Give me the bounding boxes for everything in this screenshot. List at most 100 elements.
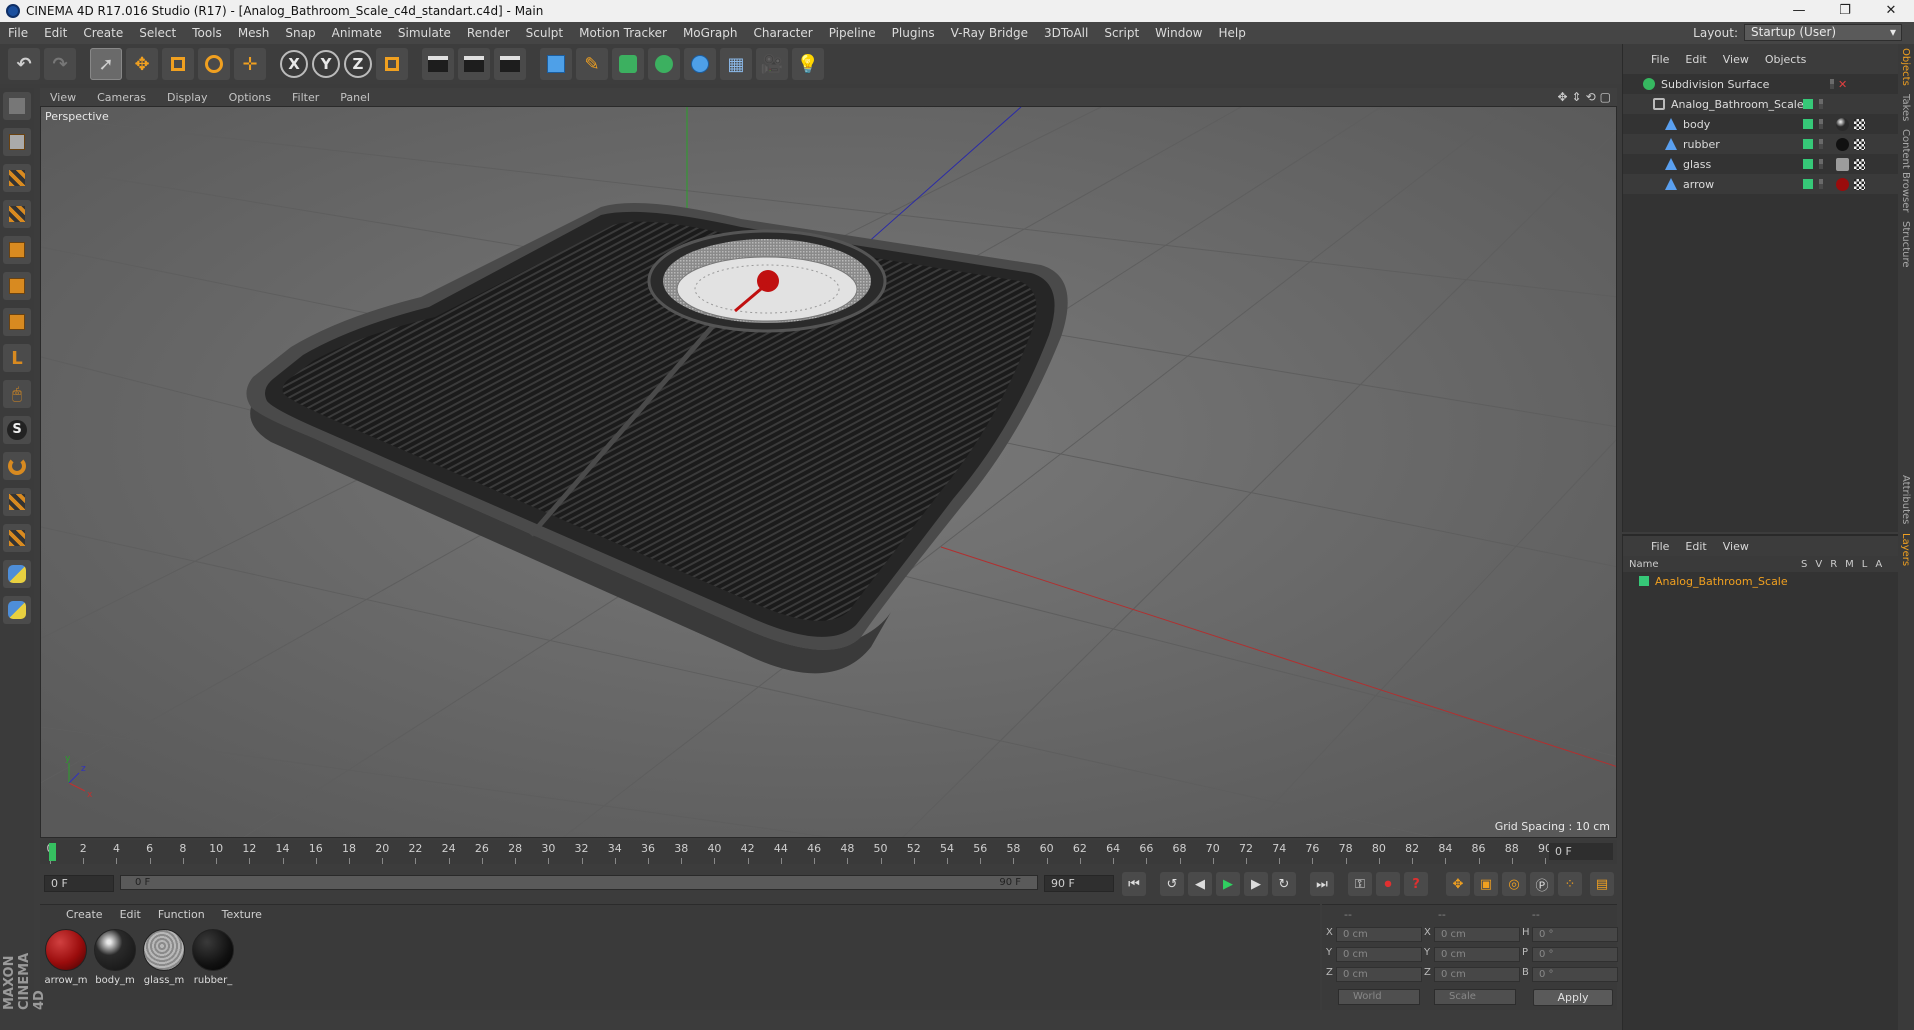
magnet-button[interactable] (3, 452, 31, 480)
menu-render[interactable]: Render (459, 22, 518, 44)
add-cube-button[interactable] (540, 48, 572, 80)
menu-select[interactable]: Select (131, 22, 184, 44)
y-axis-lock-button[interactable]: Y (312, 50, 340, 78)
visibility-dots[interactable] (1830, 79, 1834, 89)
visibility-dots[interactable] (1819, 139, 1823, 149)
scale-tool-button[interactable] (162, 48, 194, 80)
menu-mograph[interactable]: MoGraph (675, 22, 746, 44)
object-row-scale-null[interactable]: Analog_Bathroom_Scale (1623, 94, 1899, 114)
menu-edit[interactable]: Edit (36, 22, 75, 44)
orbit-icon[interactable]: ⟲ (1586, 90, 1596, 104)
object-row-glass[interactable]: glass (1623, 154, 1899, 174)
object-row-rubber[interactable]: rubber (1623, 134, 1899, 154)
material-swatch[interactable]: rubber_ (191, 929, 235, 986)
pos-z-field[interactable]: 0 cm (1336, 967, 1422, 982)
undo-button[interactable]: ↶ (8, 48, 40, 80)
pos-x-field[interactable]: 0 cm (1336, 927, 1422, 942)
add-mograph-button[interactable] (648, 48, 680, 80)
x-axis-lock-button[interactable]: X (280, 50, 308, 78)
tab-objects[interactable]: Objects (1898, 44, 1913, 90)
tab-structure[interactable]: Structure (1898, 217, 1913, 272)
material-menu-texture[interactable]: Texture (214, 908, 271, 921)
rot-p-field[interactable]: 0 ° (1532, 947, 1618, 962)
restore-button[interactable]: ❐ (1822, 0, 1868, 22)
render-picture-viewer-button[interactable] (458, 48, 490, 80)
viewport-menu-view[interactable]: View (40, 91, 87, 104)
visibility-dots[interactable] (1819, 119, 1823, 129)
add-spline-button[interactable]: ✎ (576, 48, 608, 80)
tab-takes[interactable]: Takes (1898, 90, 1913, 125)
recent-tools-button[interactable]: ✛ (234, 48, 266, 80)
visibility-dots[interactable] (1819, 159, 1823, 169)
menu-snap[interactable]: Snap (277, 22, 323, 44)
redo-button[interactable]: ↷ (44, 48, 76, 80)
pos-y-field[interactable]: 0 cm (1336, 947, 1422, 962)
object-row-body[interactable]: body (1623, 114, 1899, 134)
workplane-mode-button[interactable] (3, 200, 31, 228)
render-settings-button[interactable] (494, 48, 526, 80)
object-row-subdivision[interactable]: Subdivision Surface ✕ (1623, 74, 1899, 94)
menu-window[interactable]: Window (1147, 22, 1210, 44)
viewport-menu-filter[interactable]: Filter (282, 91, 330, 104)
material-tag-icon[interactable] (1836, 177, 1849, 191)
material-tag-icon[interactable] (1836, 117, 1849, 131)
uv-tag-icon[interactable] (1854, 118, 1865, 130)
add-camera-button[interactable]: 🎥 (756, 48, 788, 80)
add-light-button[interactable]: 💡 (792, 48, 824, 80)
material-swatch[interactable]: glass_m (142, 929, 186, 986)
uv-tag-icon[interactable] (1854, 138, 1865, 150)
autokey-button[interactable]: ⏺ (1376, 872, 1400, 896)
model-mode-button[interactable] (3, 128, 31, 156)
disabled-x-icon[interactable]: ✕ (1838, 78, 1847, 91)
menu-pipeline[interactable]: Pipeline (821, 22, 884, 44)
maximize-view-icon[interactable]: ▢ (1600, 90, 1611, 104)
material-tag-icon[interactable] (1836, 137, 1849, 151)
layer-color-tag[interactable] (1803, 139, 1813, 149)
record-rotation-button[interactable]: ◎ (1502, 872, 1526, 896)
objects-menu-objects[interactable]: Objects (1757, 53, 1815, 66)
record-point-level-button[interactable]: ⁘ (1558, 872, 1582, 896)
layer-row[interactable]: Analog_Bathroom_Scale (1623, 572, 1898, 590)
material-menu-edit[interactable]: Edit (112, 908, 150, 921)
menu-sculpt[interactable]: Sculpt (518, 22, 571, 44)
timeline-ruler[interactable]: 0246810121416182022242628303234363840424… (40, 840, 1617, 864)
python-script-2-button[interactable] (3, 596, 31, 624)
snap-button[interactable]: S (3, 416, 31, 444)
objects-menu-file[interactable]: File (1643, 53, 1677, 66)
menu-mesh[interactable]: Mesh (230, 22, 278, 44)
goto-end-button[interactable]: ⏭ (1310, 872, 1334, 896)
menu-plugins[interactable]: Plugins (884, 22, 943, 44)
menu-character[interactable]: Character (745, 22, 820, 44)
live-selection-button[interactable]: ➚ (90, 48, 122, 80)
menu-simulate[interactable]: Simulate (390, 22, 459, 44)
timeline-playhead[interactable] (49, 843, 56, 861)
tab-content-browser[interactable]: Content Browser (1898, 125, 1913, 216)
tab-layers[interactable]: Layers (1898, 529, 1913, 570)
objects-menu-view[interactable]: View (1715, 53, 1757, 66)
size-z-field[interactable]: 0 cm (1434, 967, 1520, 982)
size-y-field[interactable]: 0 cm (1434, 947, 1520, 962)
material-swatch[interactable]: arrow_m (44, 929, 88, 986)
material-swatch[interactable]: body_m (93, 929, 137, 986)
zoom-icon[interactable]: ⇕ (1572, 90, 1582, 104)
pan-icon[interactable]: ✥ (1557, 90, 1567, 104)
texture-mode-button[interactable] (3, 164, 31, 192)
play-button[interactable]: ▶ (1216, 872, 1240, 896)
menu-file[interactable]: File (0, 22, 36, 44)
menu-animate[interactable]: Animate (324, 22, 390, 44)
add-generator-button[interactable] (612, 48, 644, 80)
viewport-menu-display[interactable]: Display (157, 91, 219, 104)
add-deformer-button[interactable] (684, 48, 716, 80)
layers-menu-view[interactable]: View (1715, 540, 1757, 553)
tab-attributes[interactable]: Attributes (1898, 471, 1913, 528)
uv-tag-icon[interactable] (1854, 158, 1865, 170)
python-script-button[interactable] (3, 560, 31, 588)
record-keys-button[interactable]: ⚿ (1348, 872, 1372, 896)
make-editable-button[interactable] (3, 92, 31, 120)
layout-dropdown[interactable]: Startup (User) (1744, 24, 1902, 41)
render-view-button[interactable] (422, 48, 454, 80)
viewport-menu-panel[interactable]: Panel (330, 91, 381, 104)
tweak-mode-button[interactable]: 🖱 (3, 380, 31, 408)
keyframe-selection-button[interactable]: ? (1404, 872, 1428, 896)
object-row-arrow[interactable]: arrow (1623, 174, 1899, 194)
